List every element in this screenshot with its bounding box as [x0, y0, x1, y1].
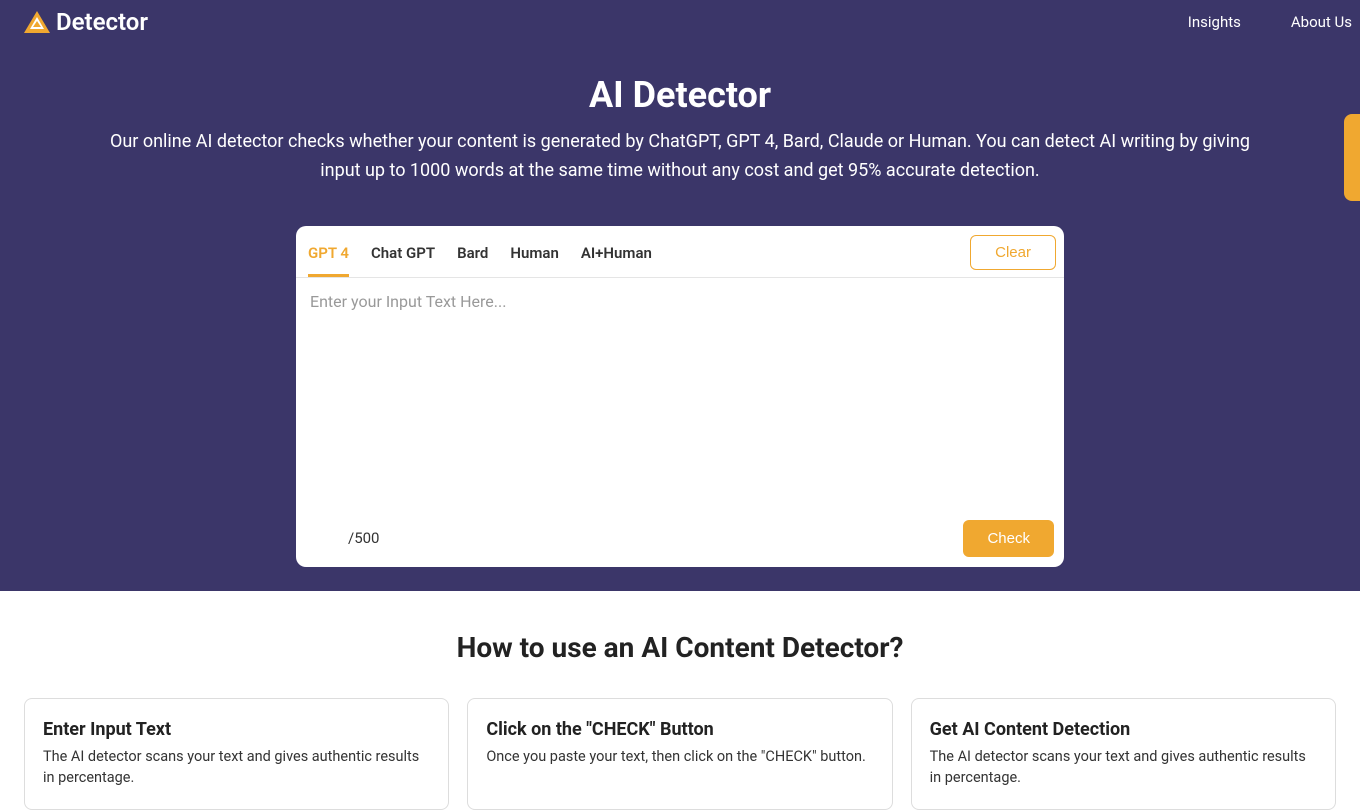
card-desc: The AI detector scans your text and give… [43, 746, 430, 790]
card-desc: Once you paste your text, then click on … [486, 746, 873, 768]
model-tabs: GPT 4 Chat GPT Bard Human AI+Human [308, 234, 652, 277]
check-button[interactable]: Check [963, 520, 1054, 557]
tab-aihuman[interactable]: AI+Human [581, 234, 652, 277]
hero: AI Detector Our online AI detector check… [0, 44, 1360, 226]
logo-icon [24, 11, 50, 33]
tab-gpt4[interactable]: GPT 4 [308, 234, 349, 277]
card-title: Enter Input Text [43, 719, 430, 740]
tab-chatgpt[interactable]: Chat GPT [371, 234, 435, 277]
card-step-1: Enter Input Text The AI detector scans y… [24, 698, 449, 810]
card-step-2: Click on the "CHECK" Button Once you pas… [467, 698, 892, 810]
section-title: How to use an AI Content Detector? [24, 631, 1336, 664]
page-title: AI Detector [88, 74, 1272, 116]
feedback-tab[interactable] [1344, 114, 1360, 201]
nav: Insights About Us [1188, 13, 1352, 31]
nav-insights[interactable]: Insights [1188, 13, 1241, 31]
nav-about[interactable]: About Us [1291, 13, 1352, 31]
tab-bard[interactable]: Bard [457, 234, 488, 277]
card-desc: The AI detector scans your text and give… [930, 746, 1317, 790]
logo[interactable]: Detector [24, 8, 148, 36]
page-description: Our online AI detector checks whether yo… [88, 128, 1272, 186]
clear-button[interactable]: Clear [970, 235, 1056, 270]
brand-name: Detector [56, 8, 148, 36]
panel-header: GPT 4 Chat GPT Bard Human AI+Human Clear [296, 226, 1064, 278]
cards-container: Enter Input Text The AI detector scans y… [24, 698, 1336, 810]
howto-section: How to use an AI Content Detector? Enter… [0, 591, 1360, 810]
panel-footer: /500 Check [296, 510, 1064, 567]
tab-human[interactable]: Human [510, 234, 558, 277]
card-title: Click on the "CHECK" Button [486, 719, 873, 740]
textarea-wrapper [296, 278, 1064, 510]
card-step-3: Get AI Content Detection The AI detector… [911, 698, 1336, 810]
header: Detector Insights About Us [0, 0, 1360, 44]
card-title: Get AI Content Detection [930, 719, 1317, 740]
detector-panel: GPT 4 Chat GPT Bard Human AI+Human Clear… [296, 226, 1064, 567]
text-input[interactable] [296, 278, 1064, 506]
word-counter: /500 [348, 529, 379, 547]
